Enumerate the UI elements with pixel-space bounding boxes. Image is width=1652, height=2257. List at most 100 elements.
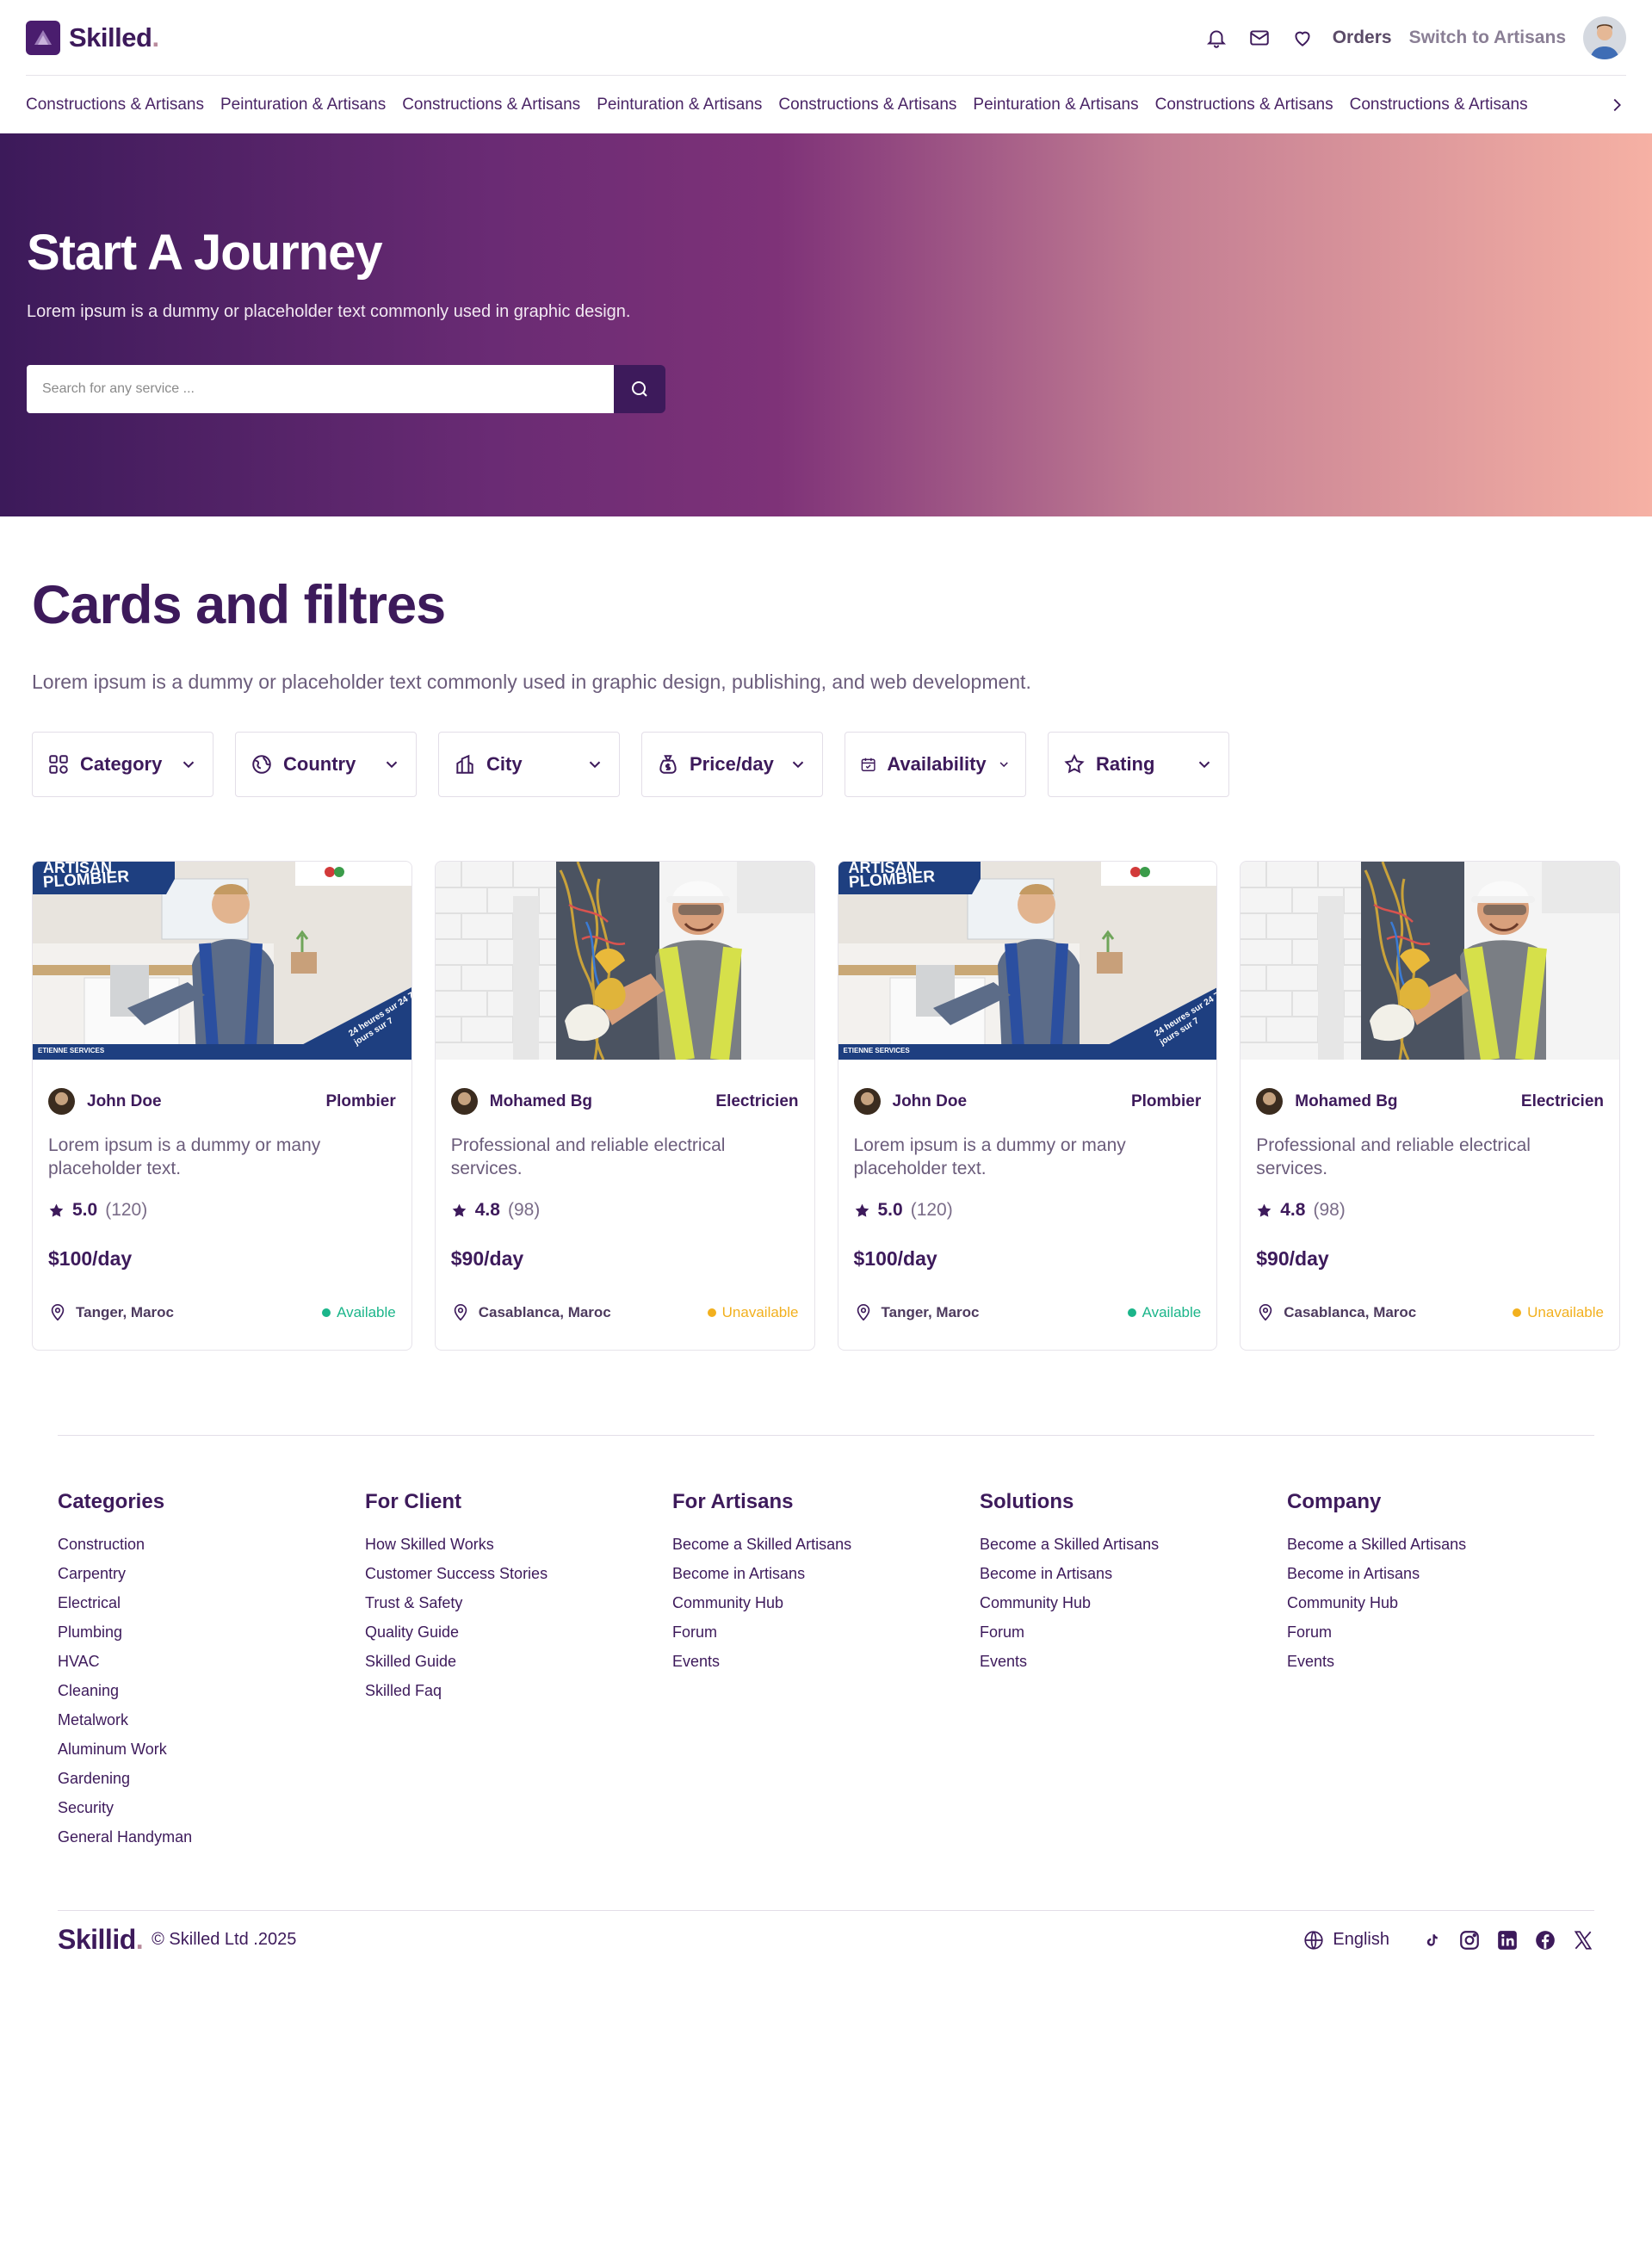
star-icon: [1064, 754, 1085, 774]
artisan-card[interactable]: ARTISAN PLOMBIER 24 heures sur 24 7 jour…: [837, 861, 1218, 1351]
footer-link[interactable]: Carpentry: [58, 1559, 365, 1588]
artisan-name[interactable]: Mohamed Bg: [1295, 1092, 1397, 1111]
tiktok-icon[interactable]: [1420, 1929, 1443, 1951]
category-nav-item[interactable]: Constructions & Artisans: [402, 96, 580, 114]
bell-icon[interactable]: [1203, 25, 1229, 51]
footer-link[interactable]: Forum: [980, 1617, 1287, 1647]
footer-link[interactable]: Plumbing: [58, 1617, 365, 1647]
star-icon: [1257, 1203, 1271, 1217]
category-nav-item[interactable]: Peinturation & Artisans: [597, 96, 762, 114]
footer-link[interactable]: Become a Skilled Artisans: [980, 1530, 1287, 1559]
footer-link[interactable]: Become in Artisans: [672, 1559, 980, 1588]
footer-links: Categories Construction Carpentry Electr…: [58, 1435, 1594, 1852]
category-nav-item[interactable]: Constructions & Artisans: [26, 96, 204, 114]
linkedin-icon[interactable]: [1496, 1929, 1519, 1951]
language-selector[interactable]: English: [1302, 1929, 1389, 1951]
filter-label: Price/day: [690, 753, 774, 775]
artisan-card[interactable]: Mohamed Bg Electricien Professional and …: [434, 861, 815, 1351]
footer-link[interactable]: How Skilled Works: [365, 1530, 672, 1559]
brand-text: ETIENNE SERVICES: [38, 1047, 105, 1054]
hero-subtitle: Lorem ipsum is a dummy or placeholder te…: [27, 302, 631, 321]
footer-link[interactable]: Skilled Faq: [365, 1676, 672, 1705]
chevron-down-icon: [386, 761, 398, 769]
search-button[interactable]: [614, 365, 665, 413]
location-text: Casablanca, Maroc: [478, 1304, 611, 1320]
footer-link[interactable]: Electrical: [58, 1588, 365, 1617]
category-nav-item[interactable]: Peinturation & Artisans: [220, 96, 386, 114]
footer-link[interactable]: Become in Artisans: [1287, 1559, 1594, 1588]
footer-link[interactable]: Become a Skilled Artisans: [1287, 1530, 1594, 1559]
search-input[interactable]: [27, 365, 614, 413]
rating-count: (120): [910, 1200, 953, 1220]
category-nav-item[interactable]: Constructions & Artisans: [778, 96, 956, 114]
footer-link[interactable]: Skilled Guide: [365, 1647, 672, 1676]
footer-link[interactable]: Cleaning: [58, 1676, 365, 1705]
footer-link[interactable]: Events: [1287, 1647, 1594, 1676]
footer-link[interactable]: Metalwork: [58, 1705, 365, 1734]
filter-availability[interactable]: Availability: [845, 732, 1026, 797]
footer-link[interactable]: Become a Skilled Artisans: [672, 1530, 980, 1559]
artisan-trade: Plombier: [1130, 1091, 1202, 1110]
orders-link[interactable]: Orders: [1333, 28, 1392, 48]
mail-icon[interactable]: [1247, 25, 1272, 51]
footer-link[interactable]: Security: [58, 1793, 365, 1822]
status-badge: Unavailable: [721, 1304, 799, 1320]
filter-label: Category: [80, 753, 163, 775]
filter-category[interactable]: Category: [32, 732, 213, 797]
chevron-down-icon: [999, 762, 1008, 768]
card-description: Lorem ipsum is a dummy or many placehold…: [853, 1135, 1126, 1178]
rating-count: (98): [507, 1200, 541, 1220]
footer-column-for-client: For Client How Skilled Works Customer Su…: [365, 1490, 672, 1852]
footer-link[interactable]: Aluminum Work: [58, 1734, 365, 1764]
chevron-down-icon: [792, 761, 804, 769]
search-bar: [27, 365, 665, 413]
footer-link[interactable]: Customer Success Stories: [365, 1559, 672, 1588]
category-nav-item[interactable]: Constructions & Artisans: [1155, 96, 1333, 114]
artisan-card[interactable]: ARTISAN PLOMBIER 24 heures sur 24 7 jour…: [32, 861, 412, 1351]
category-nav-item[interactable]: Peinturation & Artisans: [973, 96, 1138, 114]
x-icon[interactable]: [1572, 1929, 1594, 1951]
footer-link[interactable]: Forum: [672, 1617, 980, 1647]
footer-link[interactable]: Community Hub: [1287, 1588, 1594, 1617]
artisan-name[interactable]: Mohamed Bg: [490, 1092, 592, 1111]
filter-price[interactable]: Price/day: [641, 732, 823, 797]
footer-link[interactable]: Community Hub: [980, 1588, 1287, 1617]
footer-link[interactable]: Quality Guide: [365, 1617, 672, 1647]
footer-link[interactable]: General Handyman: [58, 1822, 365, 1852]
chevron-right-icon[interactable]: [1578, 76, 1626, 133]
footer-bottom-bar: Skillid. © Skilled Ltd .2025 English: [58, 1910, 1594, 1956]
location-pin-icon: [857, 1304, 869, 1321]
artisan-name[interactable]: John Doe: [893, 1092, 968, 1111]
filter-label: Availability: [887, 753, 987, 775]
footer-link[interactable]: Events: [980, 1647, 1287, 1676]
status-dot: [707, 1308, 716, 1317]
avatar[interactable]: [1583, 15, 1626, 59]
heart-icon[interactable]: [1290, 25, 1315, 51]
footer-link[interactable]: Events: [672, 1647, 980, 1676]
star-icon: [49, 1203, 64, 1217]
electrician-photo: [1241, 862, 1619, 1060]
footer-link[interactable]: Construction: [58, 1530, 365, 1559]
filter-city[interactable]: City: [438, 732, 620, 797]
footer-link[interactable]: Become in Artisans: [980, 1559, 1287, 1588]
footer-link[interactable]: Community Hub: [672, 1588, 980, 1617]
instagram-icon[interactable]: [1458, 1929, 1481, 1951]
switch-to-artisans-link[interactable]: Switch to Artisans: [1409, 28, 1566, 48]
artisan-card[interactable]: Mohamed Bg Electricien Professional and …: [1240, 861, 1620, 1351]
status-badge: Available: [1142, 1304, 1202, 1320]
filter-country[interactable]: Country: [235, 732, 417, 797]
footer-link[interactable]: Forum: [1287, 1617, 1594, 1647]
artisan-name[interactable]: John Doe: [87, 1092, 162, 1111]
footer-link[interactable]: Gardening: [58, 1764, 365, 1793]
footer-link[interactable]: HVAC: [58, 1647, 365, 1676]
logo[interactable]: Skilled.: [26, 20, 159, 55]
rating-value: 5.0: [877, 1200, 903, 1220]
footer-logo[interactable]: Skillid.: [58, 1924, 144, 1956]
filter-rating[interactable]: Rating: [1048, 732, 1229, 797]
footer-link[interactable]: Trust & Safety: [365, 1588, 672, 1617]
section-subtitle: Lorem ipsum is a dummy or placeholder te…: [32, 671, 1031, 693]
facebook-icon[interactable]: [1534, 1929, 1556, 1951]
footer-column-title: Company: [1287, 1490, 1382, 1513]
avatar: [450, 1088, 478, 1115]
category-nav-item[interactable]: Constructions & Artisans: [1350, 96, 1528, 114]
